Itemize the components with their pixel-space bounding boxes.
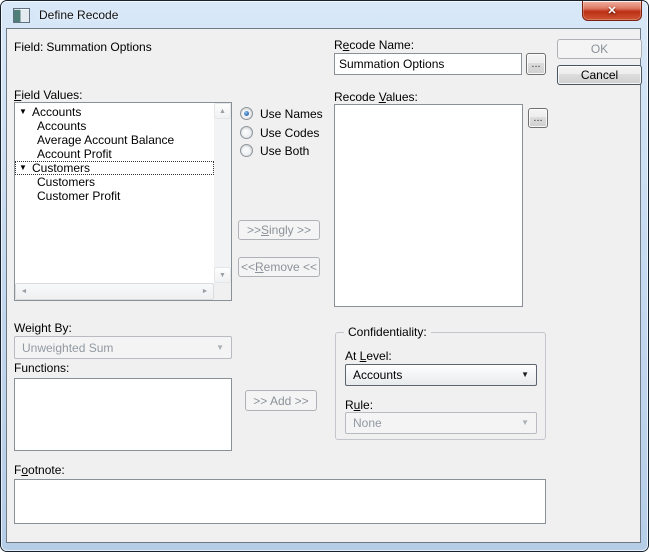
singly-button[interactable]: >> Singly >> [238,220,320,240]
tree-expander-icon[interactable]: ▼ [19,164,32,172]
horizontal-scrollbar[interactable]: ◄ ► [15,283,214,300]
vertical-scrollbar[interactable]: ▲ ▼ [214,103,231,283]
field-values-label: Field Values: [14,88,83,102]
functions-label: Functions: [14,361,69,375]
recode-name-input[interactable] [334,53,522,75]
rule-dropdown[interactable]: None ▼ [345,412,537,434]
scrollbar-corner [214,283,231,300]
ok-button[interactable]: OK [557,39,642,59]
tree-item[interactable]: Average Account Balance [15,133,214,147]
radio-use-both[interactable]: Use Both [240,143,309,158]
weight-by-dropdown[interactable]: Unweighted Sum ▼ [14,336,232,359]
window-title: Define Recode [39,8,118,22]
tree-item[interactable]: Customers [15,175,214,189]
close-button[interactable]: ✕ [582,1,642,21]
ellipsis-icon: ... [533,112,542,124]
radio-button-icon[interactable] [240,144,253,157]
confidentiality-group: Confidentiality: At Level: Accounts ▼ Ru… [335,332,546,440]
app-icon [13,8,30,23]
field-summary: Field:Summation Options [14,40,152,54]
recode-values-browse-button[interactable]: ... [528,108,548,128]
tree-item[interactable]: Customer Profit [15,189,214,203]
footnote-label: Footnote: [14,463,65,477]
radio-use-codes[interactable]: Use Codes [240,125,319,140]
field-values-tree: ▼ Accounts Accounts Average Account Bala… [15,105,214,283]
recode-values-label: Recode Values: [334,90,418,104]
confidentiality-group-body: At Level: Accounts ▼ Rule: None ▼ [336,333,545,439]
weight-by-value: Unweighted Sum [22,341,113,355]
dialog-body: Field:Summation Options Recode Name: ...… [6,28,641,543]
at-level-label: At Level: [345,349,392,363]
field-summary-value: Summation Options [46,40,151,54]
chevron-down-icon: ▼ [521,419,529,427]
scroll-left-icon[interactable]: ◄ [16,284,32,299]
ellipsis-icon: ... [531,58,540,70]
at-level-value: Accounts [353,368,402,382]
tree-item[interactable]: ▼ Accounts [15,105,214,119]
tree-item-label: Average Account Balance [37,133,174,147]
tree-item[interactable]: Account Profit [15,147,214,161]
radio-label: Use Names [260,107,323,121]
cancel-button[interactable]: Cancel [557,65,642,85]
chevron-down-icon: ▼ [216,344,224,352]
radio-use-names[interactable]: Use Names [240,106,323,121]
tree-item-label: Accounts [37,119,86,133]
radio-label: Use Both [260,144,309,158]
scroll-down-icon[interactable]: ▼ [214,267,231,283]
chevron-down-icon: ▼ [521,371,529,379]
radio-button-icon[interactable] [240,107,253,120]
add-button[interactable]: >> Add >> [245,390,317,411]
tree-item-label: Account Profit [37,147,112,161]
recode-name-label: Recode Name: [334,38,414,52]
scroll-right-icon[interactable]: ► [197,284,213,299]
recode-name-browse-button[interactable]: ... [526,53,546,75]
field-values-list[interactable]: ▼ Accounts Accounts Average Account Bala… [14,102,232,301]
footnote-input[interactable] [14,479,546,524]
recode-values-list[interactable] [334,104,523,307]
tree-item-label: Customer Profit [37,189,120,203]
define-recode-dialog: Define Recode ✕ Field:Summation Options … [0,0,649,552]
radio-button-icon[interactable] [240,126,253,139]
close-icon: ✕ [607,4,616,17]
title-bar[interactable]: Define Recode [1,1,648,29]
tree-item-label: Accounts [32,105,81,119]
remove-button[interactable]: << Remove << [238,257,320,277]
rule-label: Rule: [345,398,373,412]
tree-expander-icon[interactable]: ▼ [19,108,32,116]
rule-value: None [353,416,382,430]
tree-item-label: Customers [32,161,90,175]
scroll-up-icon[interactable]: ▲ [214,103,231,119]
radio-label: Use Codes [260,126,319,140]
weight-by-label: Weight By: [14,321,72,335]
field-summary-label: Field: [14,40,43,54]
tree-item-label: Customers [37,175,95,189]
tree-item[interactable]: ▼ Customers [15,161,214,175]
at-level-dropdown[interactable]: Accounts ▼ [345,364,537,386]
functions-list[interactable] [14,378,232,451]
tree-item[interactable]: Accounts [15,119,214,133]
